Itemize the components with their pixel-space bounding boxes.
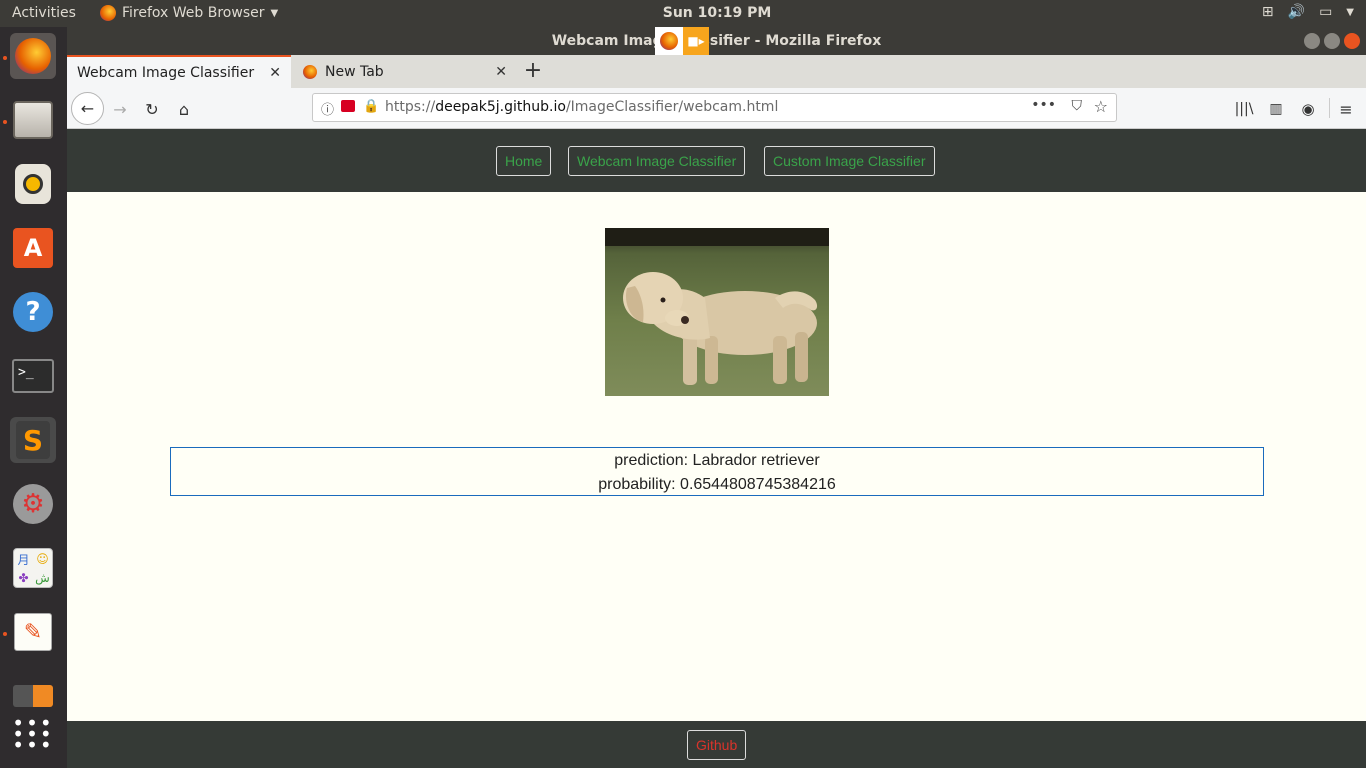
forward-button[interactable]: → <box>107 96 133 122</box>
firefox-icon <box>15 38 51 74</box>
files-icon <box>13 101 53 139</box>
dock-help[interactable]: ? <box>10 289 56 335</box>
close-tab-icon[interactable]: ✕ <box>269 65 281 81</box>
window-titlebar[interactable]: Webcam Image Classifier - Mozilla Firefo… <box>67 27 1366 55</box>
nav-link-webcam-classifier[interactable]: Webcam Image Classifier <box>568 146 746 176</box>
page-actions-icon[interactable]: ••• <box>1031 97 1056 113</box>
site-footer: Github <box>67 721 1366 768</box>
maximize-button[interactable] <box>1324 33 1340 49</box>
camera-sharing-indicator[interactable]: ■▸ <box>655 27 710 55</box>
dock-rhythmbox[interactable] <box>10 161 56 207</box>
camera-icon: ■▸ <box>683 27 709 55</box>
library-icon[interactable]: |||\ <box>1231 96 1257 122</box>
sublime-text-icon: S <box>16 421 50 459</box>
new-tab-button[interactable]: + <box>519 57 547 85</box>
reload-button[interactable]: ↻ <box>139 96 165 122</box>
site-navbar: Home Webcam Image Classifier Custom Imag… <box>67 129 1366 192</box>
github-link[interactable]: Github <box>687 730 747 760</box>
app-grid-icon: ••• ••• ••• <box>12 710 54 757</box>
terminal-icon: >_ <box>12 359 54 393</box>
tab-bar: Webcam Image Classifier ✕ New Tab ✕ + <box>67 55 1366 88</box>
usb-icon <box>13 685 53 707</box>
text-editor-icon: ✎ <box>14 613 52 651</box>
dock-sublime[interactable]: S <box>10 417 56 463</box>
url-text[interactable]: https://deepak5j.github.io/ImageClassifi… <box>385 99 778 115</box>
toolbar-divider <box>1329 98 1330 118</box>
dock-character-map[interactable]: 月 ☺ ✤ ش <box>10 545 56 591</box>
battery-icon[interactable]: ▭ <box>1319 4 1332 20</box>
url-bar[interactable]: ⓘ 🔒 https://deepak5j.github.io/ImageClas… <box>312 93 1117 122</box>
tab-label: Webcam Image Classifier <box>77 64 255 81</box>
minimize-button[interactable] <box>1304 33 1320 49</box>
settings-icon: ⚙ <box>13 484 53 524</box>
bookmark-star-icon[interactable]: ☆ <box>1094 97 1108 116</box>
clock[interactable]: Sun 10:19 PM <box>0 5 1366 21</box>
camera-permission-icon[interactable] <box>341 100 355 112</box>
network-icon[interactable]: ⊞ <box>1262 4 1274 20</box>
navigation-toolbar: ← → ↻ ⌂ ⓘ 🔒 https://deepak5j.github.io/I… <box>67 88 1366 129</box>
dock-terminal[interactable]: >_ <box>10 353 56 399</box>
menu-icon[interactable]: ≡ <box>1333 96 1359 122</box>
top-panel: Activities Firefox Web Browser ▼ Sun 10:… <box>0 0 1366 27</box>
close-button[interactable] <box>1344 33 1360 49</box>
system-tray[interactable]: ⊞ 🔊 ▭ ▼ <box>1262 4 1354 20</box>
lock-icon[interactable]: 🔒 <box>363 99 379 114</box>
help-icon: ? <box>13 292 53 332</box>
firefox-icon <box>655 27 683 55</box>
nav-link-home[interactable]: Home <box>496 146 552 176</box>
tab-webcam-classifier[interactable]: Webcam Image Classifier ✕ <box>67 55 291 88</box>
window-title: Webcam Image Classifier - Mozilla Firefo… <box>551 33 882 49</box>
dock-show-apps[interactable]: ••• ••• ••• <box>10 711 56 757</box>
dock-software[interactable]: A <box>10 225 56 271</box>
dock-text-editor[interactable]: ✎ <box>10 609 56 655</box>
dock-firefox[interactable] <box>10 33 56 79</box>
firefox-icon <box>303 64 317 79</box>
software-center-icon: A <box>13 228 53 268</box>
sidebar-icon[interactable]: ▥ <box>1263 96 1289 122</box>
character-map-icon: 月 ☺ ✤ ش <box>13 548 53 588</box>
dock: A ? >_ S ⚙ 月 ☺ ✤ ش ✎ ••• ••• ••• <box>0 27 67 768</box>
pocket-icon[interactable]: ⛉ <box>1072 98 1083 114</box>
webcam-video <box>605 228 829 396</box>
prediction-text: prediction: Labrador retriever <box>614 452 820 469</box>
nav-link-custom-classifier[interactable]: Custom Image Classifier <box>764 146 935 176</box>
tab-label: New Tab <box>325 63 384 80</box>
page-content: Home Webcam Image Classifier Custom Imag… <box>67 129 1366 768</box>
back-button[interactable]: ← <box>71 92 104 125</box>
speaker-icon <box>15 164 51 204</box>
chevron-down-icon[interactable]: ▼ <box>1346 7 1354 18</box>
info-icon[interactable]: ⓘ <box>321 99 334 118</box>
account-icon[interactable]: ◉ <box>1295 96 1321 122</box>
close-tab-icon[interactable]: ✕ <box>495 64 507 80</box>
dock-files[interactable] <box>10 97 56 143</box>
dock-settings[interactable]: ⚙ <box>10 481 56 527</box>
prediction-result-box: prediction: Labrador retriever probabili… <box>170 447 1264 496</box>
home-button[interactable]: ⌂ <box>171 96 197 122</box>
tab-new-tab[interactable]: New Tab ✕ <box>293 55 517 88</box>
probability-text: probability: 0.6544808745384216 <box>598 476 836 493</box>
volume-icon[interactable]: 🔊 <box>1288 4 1305 20</box>
